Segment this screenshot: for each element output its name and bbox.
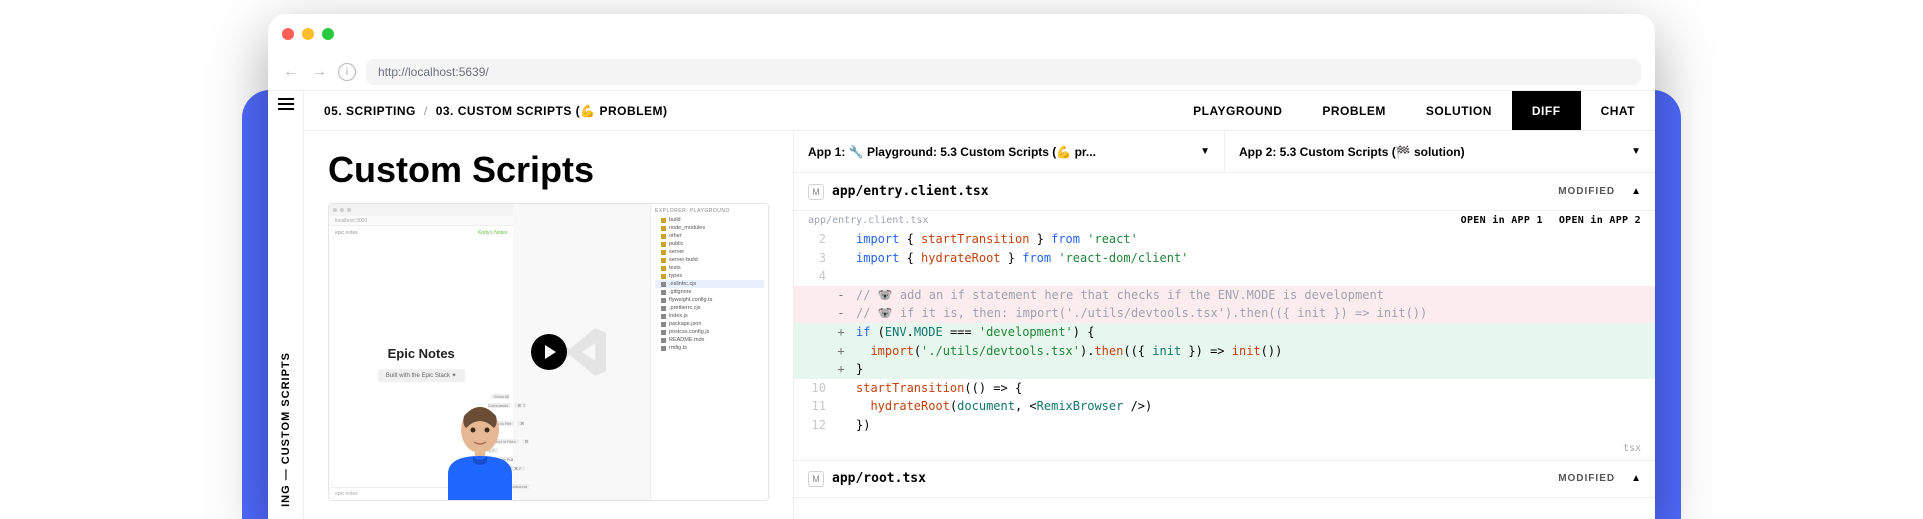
app-shell: ING — CUSTOM SCRIPTS 05. SCRIPTING / 03.… xyxy=(268,90,1655,519)
tab-solution[interactable]: SOLUTION xyxy=(1406,91,1512,130)
explorer-item: index.js xyxy=(655,312,764,320)
minimize-window-button[interactable] xyxy=(302,28,314,40)
file-modified-icon: M xyxy=(808,184,824,200)
app-selectors: App 1: 🔧 Playground: 5.3 Custom Scripts … xyxy=(794,131,1655,173)
thumb-brand: Epic Notes xyxy=(388,346,455,361)
tab-diff[interactable]: DIFF xyxy=(1512,91,1581,130)
explorer-item: types xyxy=(655,272,764,280)
explorer-item: README.mdx xyxy=(655,336,764,344)
breadcrumb-part[interactable]: 05. SCRIPTING xyxy=(324,104,416,118)
explorer-item: package.json xyxy=(655,320,764,328)
collapse-icon[interactable]: ▲ xyxy=(1631,186,1641,197)
explorer-item: node_modules xyxy=(655,224,764,232)
explorer-item: server xyxy=(655,248,764,256)
chevron-down-icon: ▼ xyxy=(1200,146,1210,157)
topbar: 05. SCRIPTING / 03. CUSTOM SCRIPTS (💪 PR… xyxy=(304,91,1655,131)
app1-selector[interactable]: App 1: 🔧 Playground: 5.3 Custom Scripts … xyxy=(794,131,1224,172)
diff-file-path: app/entry.client.tsx xyxy=(808,215,928,226)
diff-file-header: M app/entry.client.tsx MODIFIED ▲ xyxy=(794,173,1655,211)
open-in-app1-button[interactable]: OPEN in APP 1 xyxy=(1461,215,1543,226)
site-info-icon[interactable]: i xyxy=(338,63,356,81)
back-button[interactable]: ← xyxy=(282,63,300,81)
tab-chat[interactable]: CHAT xyxy=(1581,91,1655,130)
diff-file-name: app/root.tsx xyxy=(832,471,926,486)
traffic-lights xyxy=(282,28,334,40)
vertical-breadcrumb: ING — CUSTOM SCRIPTS xyxy=(280,352,292,507)
content: Custom Scripts localhost:3000 epic notes… xyxy=(304,131,1655,519)
explorer-item: other xyxy=(655,232,764,240)
diff-file-name: app/entry.client.tsx xyxy=(832,184,989,199)
thumb-explorer: EXPLORER: PLAYGROUND buildnode_modulesot… xyxy=(650,204,768,500)
diff-file-header: M app/root.tsx MODIFIED ▲ xyxy=(794,460,1655,498)
language-tag: tsx xyxy=(794,441,1655,460)
breadcrumb: 05. SCRIPTING / 03. CUSTOM SCRIPTS (💪 PR… xyxy=(304,104,687,118)
left-rail: ING — CUSTOM SCRIPTS xyxy=(268,91,304,519)
diff-pane: App 1: 🔧 Playground: 5.3 Custom Scripts … xyxy=(794,131,1655,519)
diff-file-status: MODIFIED xyxy=(1558,186,1615,197)
main: 05. SCRIPTING / 03. CUSTOM SCRIPTS (💪 PR… xyxy=(304,91,1655,519)
address-bar-row: ← → i http://localhost:5639/ xyxy=(268,54,1655,90)
explorer-item: .prettierrc.cjs xyxy=(655,304,764,312)
explorer-item: .gitignore xyxy=(655,288,764,296)
explorer-item: public xyxy=(655,240,764,248)
forward-button[interactable]: → xyxy=(310,63,328,81)
explorer-item: rmfig.ts xyxy=(655,344,764,352)
collapse-icon[interactable]: ▲ xyxy=(1631,473,1641,484)
browser-window: ← → i http://localhost:5639/ ING — CUSTO… xyxy=(268,14,1655,519)
maximize-window-button[interactable] xyxy=(322,28,334,40)
breadcrumb-separator: / xyxy=(424,104,428,118)
open-in-app2-button[interactable]: OPEN in APP 2 xyxy=(1559,215,1641,226)
explorer-item: tests xyxy=(655,264,764,272)
diff-meta-row: app/entry.client.tsx OPEN in APP 1 OPEN … xyxy=(794,211,1655,230)
explorer-item: server-build xyxy=(655,256,764,264)
thumb-tagline: Built with the Epic Stack ✦ xyxy=(378,369,465,382)
chevron-down-icon: ▼ xyxy=(1631,146,1641,157)
lesson-pane: Custom Scripts localhost:3000 epic notes… xyxy=(304,131,794,519)
diff-code: 2 import { startTransition } from 'react… xyxy=(794,230,1655,441)
menu-icon[interactable] xyxy=(278,103,294,105)
tab-problem[interactable]: PROBLEM xyxy=(1302,91,1406,130)
file-modified-icon: M xyxy=(808,471,824,487)
explorer-item: flyweight.config.ts xyxy=(655,296,764,304)
explorer-item: postcss.config.js xyxy=(655,328,764,336)
tab-playground[interactable]: PLAYGROUND xyxy=(1173,91,1302,130)
explorer-item: .eslintrc.cjs xyxy=(655,280,764,288)
play-button[interactable] xyxy=(531,334,567,370)
window-titlebar xyxy=(268,14,1655,54)
app2-selector[interactable]: App 2: 5.3 Custom Scripts (🏁 solution)▼ xyxy=(1224,131,1655,172)
breadcrumb-part[interactable]: 03. CUSTOM SCRIPTS (💪 PROBLEM) xyxy=(436,104,668,118)
tabs: PLAYGROUND PROBLEM SOLUTION DIFF CHAT xyxy=(1173,91,1655,130)
explorer-item: build xyxy=(655,216,764,224)
diff-file-status: MODIFIED xyxy=(1558,473,1615,484)
url-bar[interactable]: http://localhost:5639/ xyxy=(366,59,1641,85)
close-window-button[interactable] xyxy=(282,28,294,40)
page-title: Custom Scripts xyxy=(328,149,769,191)
presenter-avatar xyxy=(440,396,520,500)
video-thumbnail[interactable]: localhost:3000 epic notes Kody's Notes E… xyxy=(328,203,769,501)
